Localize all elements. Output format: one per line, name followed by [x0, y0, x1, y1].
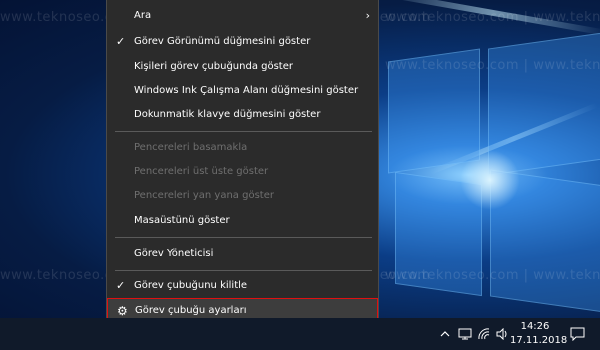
menu-item-ink-workspace[interactable]: Windows Ink Çalışma Alanı düğmesini göst…: [107, 79, 378, 103]
menu-item-label: Masaüstünü göster: [134, 215, 230, 226]
menu-item-label: Görev Yöneticisi: [134, 248, 214, 259]
menu-separator: [115, 237, 372, 238]
menu-separator: [115, 270, 372, 271]
menu-separator: [115, 131, 372, 132]
system-clock[interactable]: 14:26 17.11.2018: [510, 320, 568, 348]
menu-item-label: Kişileri görev çubuğunda göster: [134, 61, 293, 72]
network-icon[interactable]: [457, 318, 473, 350]
menu-item-label: Pencereleri basamakla: [134, 142, 248, 153]
clock-date: 17.11.2018: [510, 335, 568, 346]
menu-item-show-desktop[interactable]: Masaüstünü göster: [107, 209, 378, 233]
menu-item-label: Pencereleri yan yana göster: [134, 190, 274, 201]
menu-item-label: Görev çubuğunu kilitle: [134, 280, 248, 291]
chevron-up-icon[interactable]: [438, 318, 452, 350]
light-glow: [460, 150, 520, 210]
menu-item-label: Windows Ink Çalışma Alanı düğmesini göst…: [134, 85, 359, 96]
wifi-icon[interactable]: [476, 318, 492, 350]
volume-icon[interactable]: [495, 318, 509, 350]
menu-item-side-by-side: Pencereleri yan yana göster: [107, 184, 378, 208]
menu-item-lock-taskbar[interactable]: ✓ Görev çubuğunu kilitle: [107, 274, 378, 298]
menu-item-label: Ara: [134, 10, 152, 21]
checkmark-icon: ✓: [116, 35, 126, 48]
clock-time: 14:26: [520, 321, 550, 332]
notification-icon[interactable]: [568, 318, 586, 350]
menu-item-search[interactable]: Ara ›: [107, 4, 378, 28]
chevron-right-icon: ›: [365, 9, 370, 22]
taskbar: 14:26 17.11.2018: [0, 318, 600, 350]
menu-item-label: Görev çubuğu ayarları: [135, 305, 247, 316]
menu-item-touch-keyboard[interactable]: Dokunmatik klavye düğmesini göster: [107, 103, 378, 127]
menu-item-label: Dokunmatik klavye düğmesini göster: [134, 109, 321, 120]
menu-item-stack: Pencereleri üst üste göster: [107, 160, 378, 184]
taskbar-context-menu: Ara › ✓ Görev Görünümü düğmesini göster …: [106, 0, 379, 322]
menu-item-task-view[interactable]: ✓ Görev Görünümü düğmesini göster: [107, 30, 378, 54]
watermark: www.teknoseo.com | www.teknoseo.com | ww…: [385, 58, 600, 73]
menu-item-cascade: Pencereleri basamakla: [107, 136, 378, 160]
menu-item-label: Pencereleri üst üste göster: [134, 166, 269, 177]
menu-item-label: Görev Görünümü düğmesini göster: [134, 36, 311, 47]
menu-item-people[interactable]: Kişileri görev çubuğunda göster: [107, 55, 378, 79]
menu-item-task-manager[interactable]: Görev Yöneticisi: [107, 242, 378, 266]
checkmark-icon: ✓: [116, 279, 126, 292]
